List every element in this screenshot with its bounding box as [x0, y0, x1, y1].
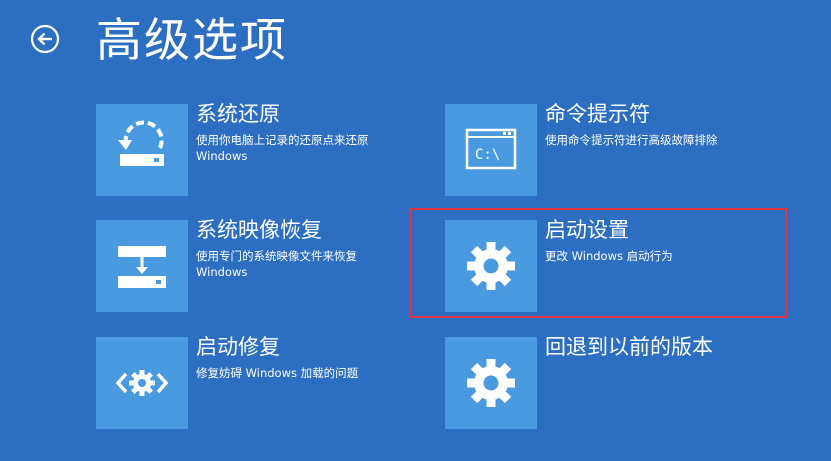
option-go-back-previous-version[interactable]: 回退到以前的版本: [445, 335, 775, 429]
option-description: 使用你电脑上记录的还原点来还原 Windows: [196, 132, 406, 164]
option-tile: [445, 337, 537, 429]
option-tile: C:\: [445, 104, 537, 196]
command-prompt-icon: C:\: [465, 128, 517, 170]
option-label: 启动修复: [196, 335, 280, 359]
option-description: 更改 Windows 启动行为: [545, 248, 755, 264]
option-description-line: Windows: [196, 265, 248, 279]
option-tile: [96, 337, 188, 429]
option-system-restore[interactable]: 系统还原 使用你电脑上记录的还原点来还原 Windows: [96, 102, 426, 196]
gear-icon: [467, 242, 515, 290]
page-title: 高级选项: [96, 13, 288, 67]
back-button[interactable]: [30, 24, 60, 54]
option-description: 修复妨碍 Windows 加载的问题: [196, 365, 406, 381]
option-description-line: Windows: [196, 149, 248, 163]
option-system-image-recovery[interactable]: 系统映像恢复 使用专门的系统映像文件来恢复 Windows: [96, 218, 426, 312]
option-description-line: 使用命令提示符进行高级故障排除: [545, 133, 718, 147]
option-label: 系统映像恢复: [196, 218, 322, 242]
option-tile: [96, 104, 188, 196]
advanced-options-screen: 高级选项 系统还原 使用你电脑上记录的还原点来还原 Windows C:\ 命令…: [0, 0, 831, 461]
system-restore-icon: [118, 120, 164, 166]
option-label: 启动设置: [545, 218, 629, 242]
option-label: 回退到以前的版本: [545, 335, 713, 359]
option-startup-settings[interactable]: 启动设置 更改 Windows 启动行为: [445, 218, 775, 312]
option-tile: [445, 220, 537, 312]
option-description-line: 修复妨碍 Windows 加载的问题: [196, 366, 359, 380]
option-tile: [96, 220, 188, 312]
option-startup-repair[interactable]: 启动修复 修复妨碍 Windows 加载的问题: [96, 335, 426, 429]
option-label: 系统还原: [196, 102, 280, 126]
startup-repair-icon: [115, 370, 169, 396]
option-command-prompt[interactable]: C:\ 命令提示符 使用命令提示符进行高级故障排除: [445, 102, 775, 196]
gear-icon: [467, 359, 515, 407]
option-label: 命令提示符: [545, 102, 650, 126]
command-prompt-icon-text: C:\: [475, 147, 500, 163]
option-description-line: 使用专门的系统映像文件来恢复: [196, 249, 357, 263]
option-description-line: 更改 Windows 启动行为: [545, 249, 673, 263]
option-description-line: 使用你电脑上记录的还原点来还原: [196, 133, 369, 147]
system-image-icon: [118, 246, 166, 288]
option-description: 使用命令提示符进行高级故障排除: [545, 132, 755, 148]
back-arrow-icon: [30, 24, 60, 54]
option-description: 使用专门的系统映像文件来恢复 Windows: [196, 248, 406, 280]
